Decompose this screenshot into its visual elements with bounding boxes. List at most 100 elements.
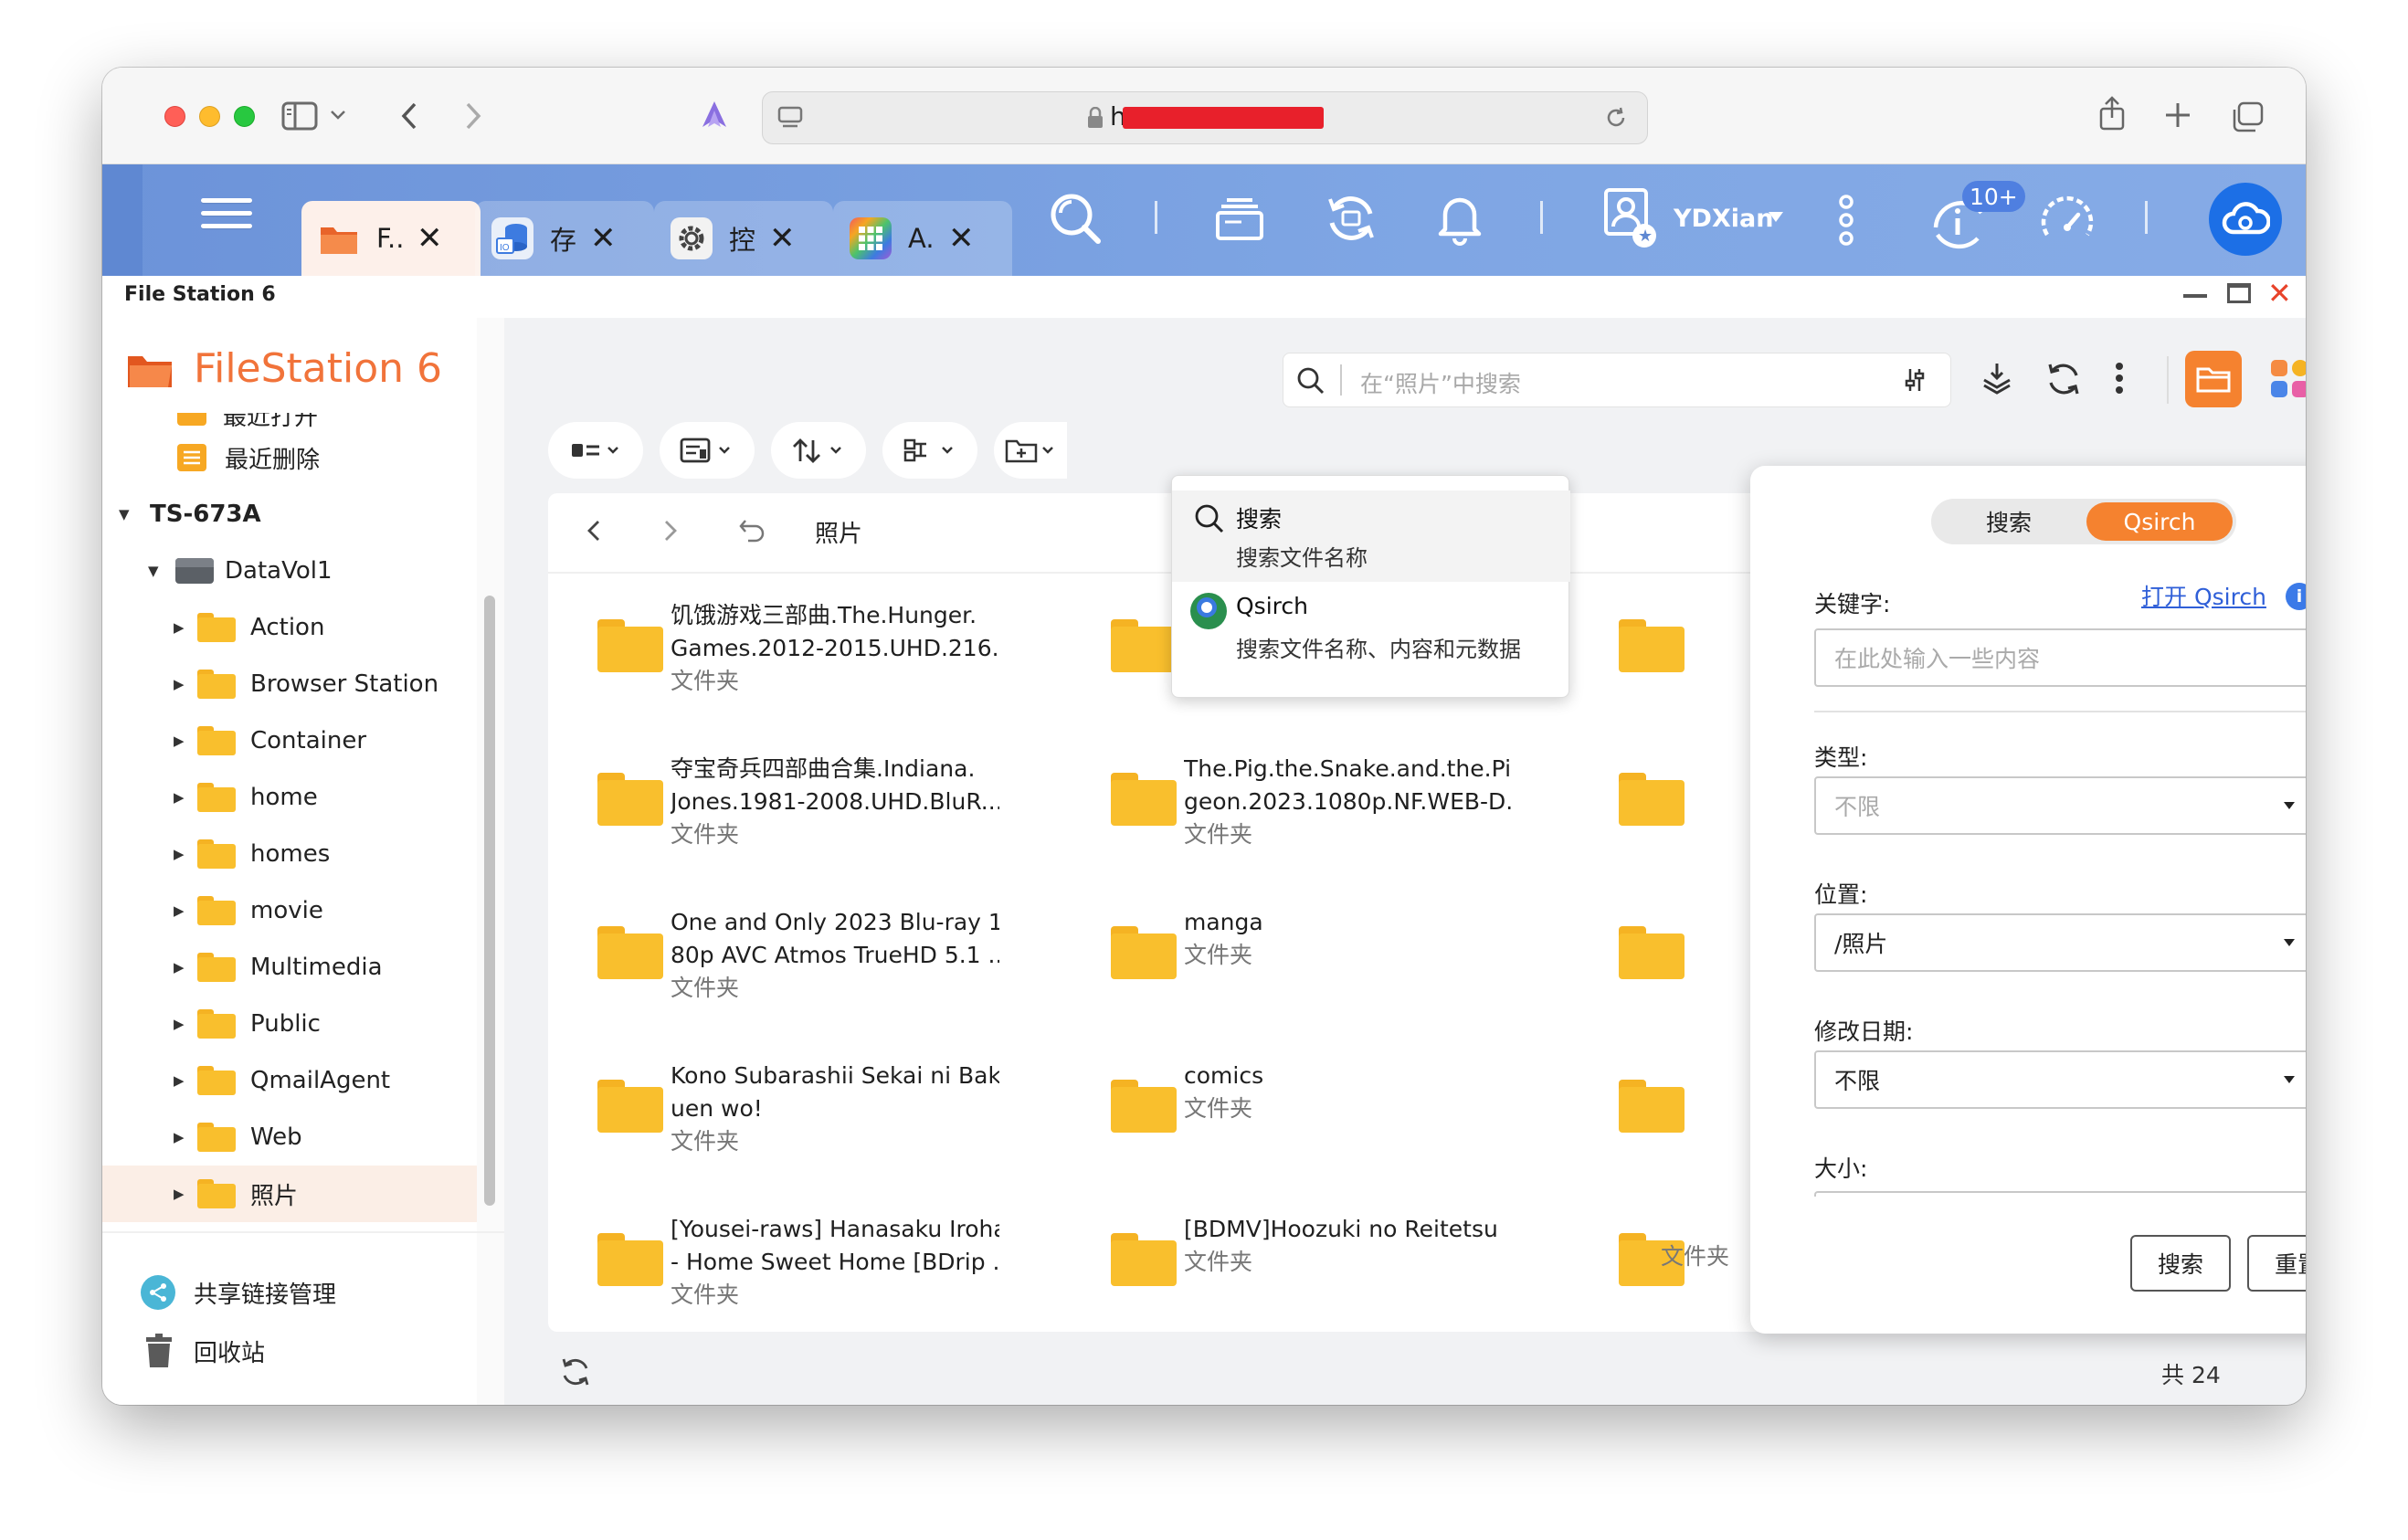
search-option-basic[interactable]: 搜索 搜索文件名称 [1172,490,1570,582]
user-menu-caret-icon[interactable] [1769,212,1783,222]
expand-caret-icon[interactable]: ▶ [174,1072,185,1089]
expand-caret-icon[interactable]: ▶ [174,1186,185,1202]
sidebar-item-nas[interactable]: ▼ TS-673A [102,486,477,543]
expand-caret-icon[interactable]: ▼ [148,563,159,579]
expand-caret-icon[interactable]: ▶ [174,902,185,919]
sidebar-folder-item[interactable]: ▶ Web [102,1109,477,1166]
nav-up-icon[interactable] [738,517,767,546]
sidebar-scrollbar[interactable] [484,596,495,1206]
search-filter-icon[interactable] [1901,366,1932,397]
app-grid-icon[interactable] [2269,358,2306,400]
new-tab-icon[interactable] [2161,99,2194,132]
notification-bell-icon[interactable] [1431,186,1489,248]
close-window-button[interactable] [164,106,185,127]
user-name[interactable]: YDXian [1674,205,1773,233]
main-menu-icon[interactable] [201,190,252,245]
sidebar-folder-item[interactable]: ▶ Multimedia [102,939,477,996]
file-browser-mode-icon[interactable] [2185,351,2242,407]
recent-open-clipped[interactable]: 最近打开 [102,413,477,427]
tab-control-panel[interactable]: 控 ✕ [654,201,833,276]
date-select[interactable]: 不限 [1814,1050,2306,1109]
tab-app-center[interactable]: A. ✕ [833,201,1012,276]
close-tab-icon[interactable]: ✕ [769,220,796,257]
file-grid-item[interactable]: [BDMV]Hoozuki no Reitetsu 文件夹 [1061,1202,1555,1355]
file-grid-item[interactable]: 饥饿游戏三部曲.The.Hunger. Games.2012-2015.UHD.2… [548,588,1041,742]
size-select-clipped[interactable] [1814,1191,2306,1197]
close-tab-icon[interactable]: ✕ [417,220,443,257]
nav-forward-icon[interactable] [663,519,685,546]
sidebar-folder-item[interactable]: ▶ 照片 [102,1166,477,1222]
page-menu-icon[interactable] [776,103,805,132]
folder-icon[interactable] [1619,1080,1685,1133]
type-select[interactable]: 不限 [1814,776,2306,835]
expand-caret-icon[interactable]: ▼ [119,506,130,522]
address-bar[interactable]: h [762,91,1648,144]
sidebar-folder-item[interactable]: ▶ Container [102,712,477,769]
minimize-icon[interactable] [2183,294,2207,298]
sidebar-folder-item[interactable]: ▶ Public [102,996,477,1052]
select-mode-button[interactable] [882,422,977,479]
view-mode-button[interactable] [548,422,643,479]
close-app-icon[interactable]: ✕ [2267,276,2292,311]
sidebar-folder-item[interactable]: ▶ movie [102,882,477,939]
expand-caret-icon[interactable]: ▶ [174,959,185,976]
info-panel-button[interactable] [660,422,755,479]
file-grid-item[interactable]: [Yousei-raws] Hanasaku Iroha - Home Sweet… [548,1202,1041,1355]
share-icon[interactable] [2094,93,2130,133]
folder-icon[interactable] [1619,926,1685,979]
sidebar-folder-item[interactable]: ▶ Action [102,599,477,656]
search-option-qsirch[interactable]: Qsirch 搜索文件名称、内容和元数据 [1172,582,1570,673]
folder-icon[interactable] [1619,619,1685,672]
sidebar-folder-item[interactable]: ▶ Browser Station [102,656,477,712]
more-options-icon[interactable] [1832,190,1860,250]
myqnapcloud-icon[interactable] [2209,183,2282,256]
zoom-window-button[interactable] [234,106,255,127]
file-grid-item[interactable]: Kono Subarashii Sekai ni Bak uen wo! 文件夹 [548,1049,1041,1202]
segment-search[interactable]: 搜索 [1931,499,2086,544]
maximize-icon[interactable] [2227,283,2251,303]
refresh-icon[interactable] [2044,360,2085,400]
expand-caret-icon[interactable]: ▶ [174,619,185,636]
minimize-window-button[interactable] [199,106,220,127]
keyword-input[interactable]: 在此处输入一些内容 [1814,628,2306,687]
footer-refresh-icon[interactable] [559,1355,594,1390]
sidebar-item-volume[interactable]: ▼ DataVol1 [102,543,477,599]
expand-caret-icon[interactable]: ▶ [174,789,185,806]
tab-overview-icon[interactable] [2229,99,2265,135]
close-tab-icon[interactable]: ✕ [590,220,617,257]
advanced-search-button[interactable]: 搜索 [2130,1235,2231,1292]
expand-caret-icon[interactable]: ▶ [174,676,185,692]
forward-icon[interactable] [457,99,490,133]
expand-caret-icon[interactable]: ▶ [174,733,185,749]
sort-button[interactable] [771,422,866,479]
user-avatar-icon[interactable]: ★ [1600,185,1659,250]
search-box[interactable]: 在“照片”中搜索 [1283,353,1951,407]
chevron-down-icon[interactable] [327,104,349,126]
sidebar-item-recent-deleted[interactable]: 最近删除 [102,429,477,486]
reload-icon[interactable] [1601,103,1631,132]
file-grid-item[interactable]: One and Only 2023 Blu-ray 10 80p AVC Atmo… [548,895,1041,1049]
sync-icon[interactable] [1321,188,1381,248]
create-folder-button[interactable] [994,422,1067,479]
close-tab-icon[interactable]: ✕ [948,220,975,257]
file-grid-item[interactable]: The.Pig.the.Snake.and.the.Pi geon.2023.10… [1061,742,1555,895]
reset-button[interactable]: 重置 [2247,1235,2306,1292]
tab-storage[interactable]: IO 存 ✕ [475,201,654,276]
folder-icon[interactable] [1619,773,1685,826]
transfer-tasks-icon[interactable] [1979,360,2019,400]
info-icon[interactable]: i [2286,583,2306,610]
sidebar-folder-item[interactable]: ▶ homes [102,826,477,882]
expand-caret-icon[interactable]: ▶ [174,1129,185,1145]
file-grid-item[interactable]: 夺宝奇兵四部曲合集.Indiana. Jones.1981-2008.UHD.Bl… [548,742,1041,895]
expand-caret-icon[interactable]: ▶ [174,846,185,862]
extension-icon[interactable] [696,99,733,135]
expand-caret-icon[interactable]: ▶ [174,1016,185,1032]
more-vertical-icon[interactable] [2114,360,2138,400]
sidebar-item-recycle-bin[interactable]: 回收站 [102,1323,504,1379]
background-task-icon[interactable] [1213,192,1268,247]
resource-monitor-icon[interactable] [2037,192,2097,252]
search-icon[interactable] [1045,188,1105,248]
nav-back-icon[interactable] [586,519,608,546]
back-icon[interactable] [393,99,426,133]
segment-qsirch[interactable]: Qsirch [2086,502,2233,541]
